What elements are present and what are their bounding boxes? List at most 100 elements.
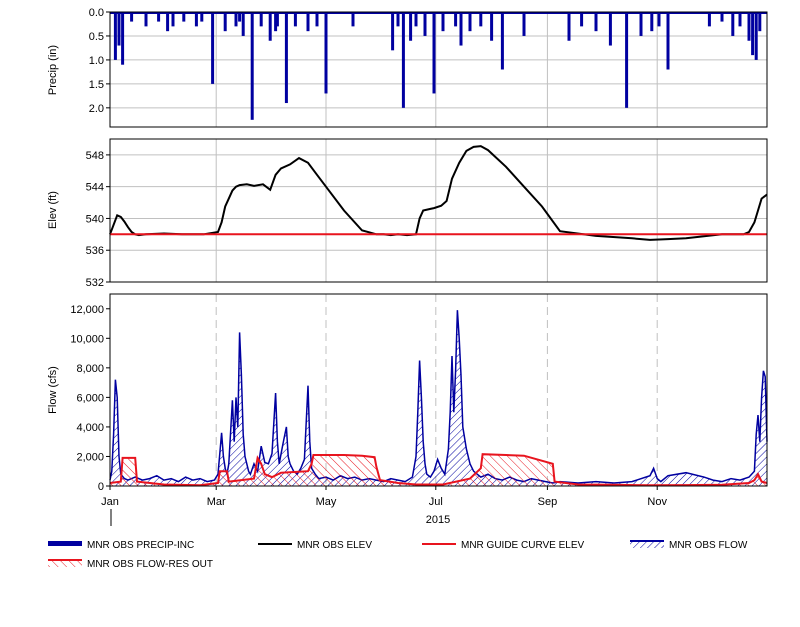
precip-bar: [130, 12, 134, 22]
elev-tick-label: 536: [86, 245, 104, 257]
precip-bar: [500, 12, 504, 70]
precip-bar: [275, 12, 279, 27]
flow-y-label: Flow (cfs): [47, 366, 59, 414]
precip-bar: [241, 12, 245, 36]
legend-label: MNR OBS FLOW-RES OUT: [87, 559, 213, 570]
precip-bar: [666, 12, 670, 70]
precip-bar: [479, 12, 483, 27]
precip-bar: [468, 12, 472, 32]
precip-bar: [113, 12, 117, 60]
flow-tick-label: 12,000: [70, 304, 104, 316]
legend-item: MNR OBS ELEV: [258, 540, 372, 551]
precip-bar: [758, 12, 762, 32]
precip-bar: [738, 12, 742, 27]
legend-swatch: [630, 541, 664, 548]
legend-item: MNR OBS FLOW: [630, 540, 748, 551]
precip-bar: [414, 12, 418, 27]
precip-bar: [144, 12, 148, 27]
precip-bar: [250, 12, 254, 120]
precip-bar: [454, 12, 458, 27]
precip-bar: [238, 12, 242, 22]
elev-frame: [109, 138, 768, 283]
precip-panel: 0.0 0.5 1.0 1.5 2.0 Precip (in): [47, 7, 768, 128]
precip-bar: [432, 12, 436, 94]
precip-bar: [223, 12, 227, 32]
legend-item: MNR OBS PRECIP-INC: [48, 540, 194, 551]
legend-item: MNR OBS FLOW-RES OUT: [48, 559, 213, 570]
chart-canvas: 0.0 0.5 1.0 1.5 2.0 Precip (in) 532 536 540 544…: [47, 7, 768, 570]
precip-bar: [396, 12, 400, 27]
legend-label: MNR OBS ELEV: [297, 540, 372, 551]
precip-bar: [751, 12, 755, 56]
flow-x-tick-label: Jan: [101, 496, 119, 508]
precip-bar: [522, 12, 526, 36]
precip-bar: [747, 12, 751, 41]
flow-obs-line: [109, 310, 768, 484]
precip-tick-label: 1.5: [89, 79, 104, 91]
precip-bar: [391, 12, 395, 51]
flow-tick-label: 8,000: [76, 363, 104, 375]
precip-bar: [754, 12, 758, 60]
legend-swatch: [48, 541, 82, 546]
legend-label: MNR GUIDE CURVE ELEV: [461, 540, 585, 551]
precip-bar: [234, 12, 238, 27]
precip-bar: [731, 12, 735, 36]
flow-x-tick-label: May: [316, 496, 337, 508]
precip-bar: [194, 12, 198, 27]
elev-y-label: Elev (ft): [47, 191, 59, 229]
legend-swatch: [48, 560, 82, 567]
precip-bar: [459, 12, 463, 46]
precip-bar: [351, 12, 355, 27]
precip-bar: [306, 12, 310, 32]
elev-grid: [110, 139, 767, 283]
precip-y-ticks: 0.0 0.5 1.0 1.5 2.0: [89, 7, 110, 115]
precip-y-label: Precip (in): [47, 45, 59, 95]
precip-bar: [211, 12, 215, 84]
precip-bar: [315, 12, 319, 27]
precip-bar: [594, 12, 598, 32]
precip-tick-label: 1.0: [89, 55, 104, 67]
flow-y-ticks: 0 2,000 4,000 6,000 8,000 10,000 12,000: [70, 304, 110, 493]
precip-bar: [284, 12, 288, 104]
flow-tick-label: 0: [98, 481, 104, 493]
flow-frame: [109, 293, 768, 487]
flow-series: [109, 310, 768, 487]
elev-tick-label: 548: [86, 150, 104, 162]
elev-tick-label: 532: [86, 277, 104, 289]
legend: MNR OBS PRECIP-INC MNR OBS ELEV MNR GUIDE …: [48, 540, 748, 570]
precip-bar: [171, 12, 175, 27]
elev-y-ticks: 532 536 540 544 548: [86, 150, 110, 289]
elev-panel: 532 536 540 544 548 Elev (ft): [47, 138, 768, 289]
flow-tick-label: 6,000: [76, 392, 104, 404]
legend-item: MNR GUIDE CURVE ELEV: [422, 540, 585, 551]
precip-bar: [423, 12, 427, 36]
precip-bars: [110, 12, 767, 120]
precip-bar: [657, 12, 661, 27]
legend-label: MNR OBS FLOW: [669, 540, 748, 551]
elev-tick-label: 544: [86, 182, 104, 194]
precip-bar: [490, 12, 494, 41]
precip-bar: [259, 12, 263, 27]
precip-bar: [401, 12, 405, 108]
elev-obs-line: [109, 145, 768, 241]
precip-bar: [720, 12, 724, 22]
flow-panel: 0 2,000 4,000 6,000 8,000 10,000 12,000 Jan Mar…: [47, 293, 768, 526]
flow-x-tick-label: Nov: [647, 496, 667, 508]
precip-bar: [707, 12, 711, 27]
precip-bar: [580, 12, 584, 27]
flow-tick-label: 10,000: [70, 333, 104, 345]
precip-bar: [639, 12, 643, 36]
precip-bar: [441, 12, 445, 32]
precip-bar: [625, 12, 629, 108]
precip-bar: [157, 12, 161, 22]
precip-bar: [567, 12, 571, 41]
precip-tick-label: 0.0: [89, 7, 104, 19]
precip-tick-label: 2.0: [89, 103, 104, 115]
precip-bar: [182, 12, 186, 22]
flow-x-tick-label: Mar: [207, 496, 226, 508]
flow-tick-label: 4,000: [76, 422, 104, 434]
precip-bar: [200, 12, 204, 22]
precip-bar: [409, 12, 413, 41]
elev-tick-label: 540: [86, 213, 104, 225]
precip-bar: [268, 12, 272, 41]
